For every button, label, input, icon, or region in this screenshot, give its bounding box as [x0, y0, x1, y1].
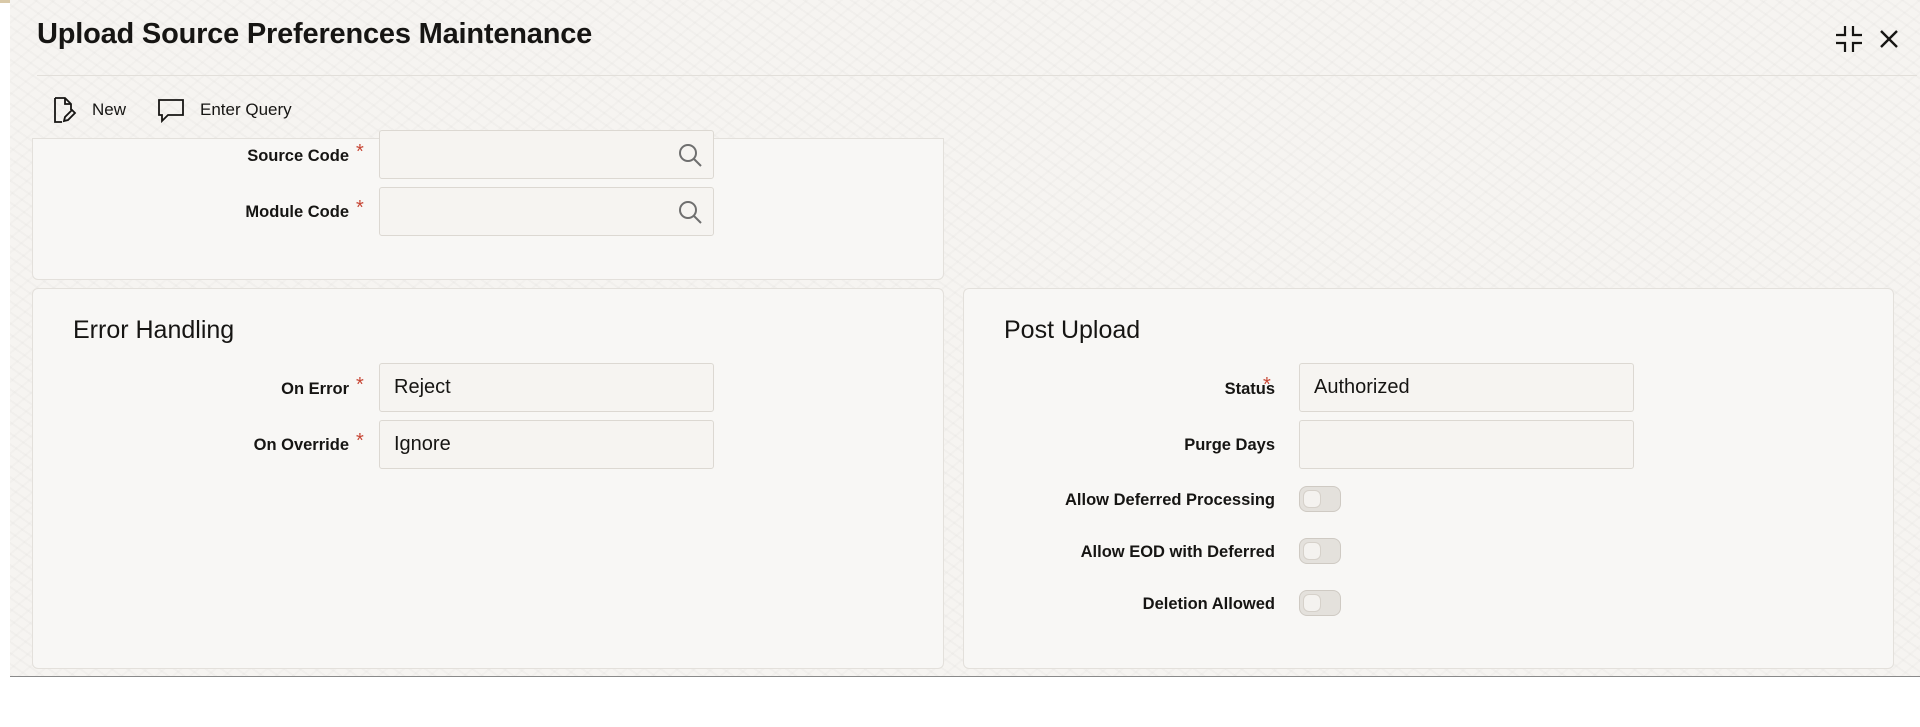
deletion-allowed-toggle[interactable] — [1299, 590, 1341, 616]
upload-source-preferences-window: Upload Source Preferences Maintenance Ne… — [10, 0, 1920, 677]
error-handling-panel: Error Handling On Error * Reject On Over… — [32, 288, 944, 669]
purge-days-input[interactable] — [1299, 420, 1634, 469]
new-button-label: New — [92, 100, 127, 119]
on-error-required-marker: * — [356, 374, 364, 396]
toggle-knob — [1303, 490, 1321, 508]
close-icon[interactable] — [1872, 22, 1906, 56]
status-select[interactable]: Authorized — [1299, 363, 1634, 412]
allow-eod-with-deferred-label: Allow EOD with Deferred — [1080, 543, 1275, 561]
allow-eod-with-deferred-toggle[interactable] — [1299, 538, 1341, 564]
module-code-required-marker: * — [356, 197, 364, 219]
toolbar: New Enter Query — [48, 94, 322, 126]
on-override-select[interactable]: Ignore — [379, 420, 714, 469]
source-code-field[interactable] — [379, 130, 714, 179]
chat-bubble-icon — [158, 99, 184, 124]
header-section-panel: Source Code * Module Code * — [32, 130, 944, 280]
header-divider — [37, 75, 1917, 76]
allow-deferred-processing-label: Allow Deferred Processing — [1065, 491, 1275, 509]
new-button[interactable]: New — [48, 95, 126, 125]
toggle-knob — [1303, 542, 1321, 560]
toggle-knob — [1303, 594, 1321, 612]
source-code-required-marker: * — [356, 141, 364, 163]
status-required-marker: * — [1263, 374, 1271, 396]
post-upload-title: Post Upload — [1004, 316, 1141, 344]
error-handling-title: Error Handling — [73, 316, 235, 344]
on-error-label: On Error — [281, 380, 349, 398]
module-code-label: Module Code — [245, 203, 349, 221]
deletion-allowed-label: Deletion Allowed — [1142, 595, 1275, 613]
on-error-value: Reject — [394, 376, 451, 398]
enter-query-button[interactable]: Enter Query — [156, 95, 292, 125]
search-icon[interactable] — [677, 199, 703, 225]
page-title: Upload Source Preferences Maintenance — [37, 18, 593, 50]
on-override-label: On Override — [253, 436, 349, 454]
on-override-required-marker: * — [356, 430, 364, 452]
allow-deferred-processing-toggle[interactable] — [1299, 486, 1341, 512]
post-upload-panel: Post Upload Status * Authorized Purge Da… — [963, 288, 1894, 669]
on-error-select[interactable]: Reject — [379, 363, 714, 412]
module-code-field[interactable] — [379, 187, 714, 236]
on-override-value: Ignore — [394, 433, 451, 455]
status-value: Authorized — [1314, 376, 1410, 398]
search-icon[interactable] — [677, 142, 703, 168]
enter-query-button-label: Enter Query — [200, 100, 292, 119]
purge-days-label: Purge Days — [1184, 436, 1275, 454]
source-code-label: Source Code — [247, 147, 349, 165]
new-document-icon — [54, 97, 77, 123]
collapse-icon[interactable] — [1832, 22, 1866, 56]
